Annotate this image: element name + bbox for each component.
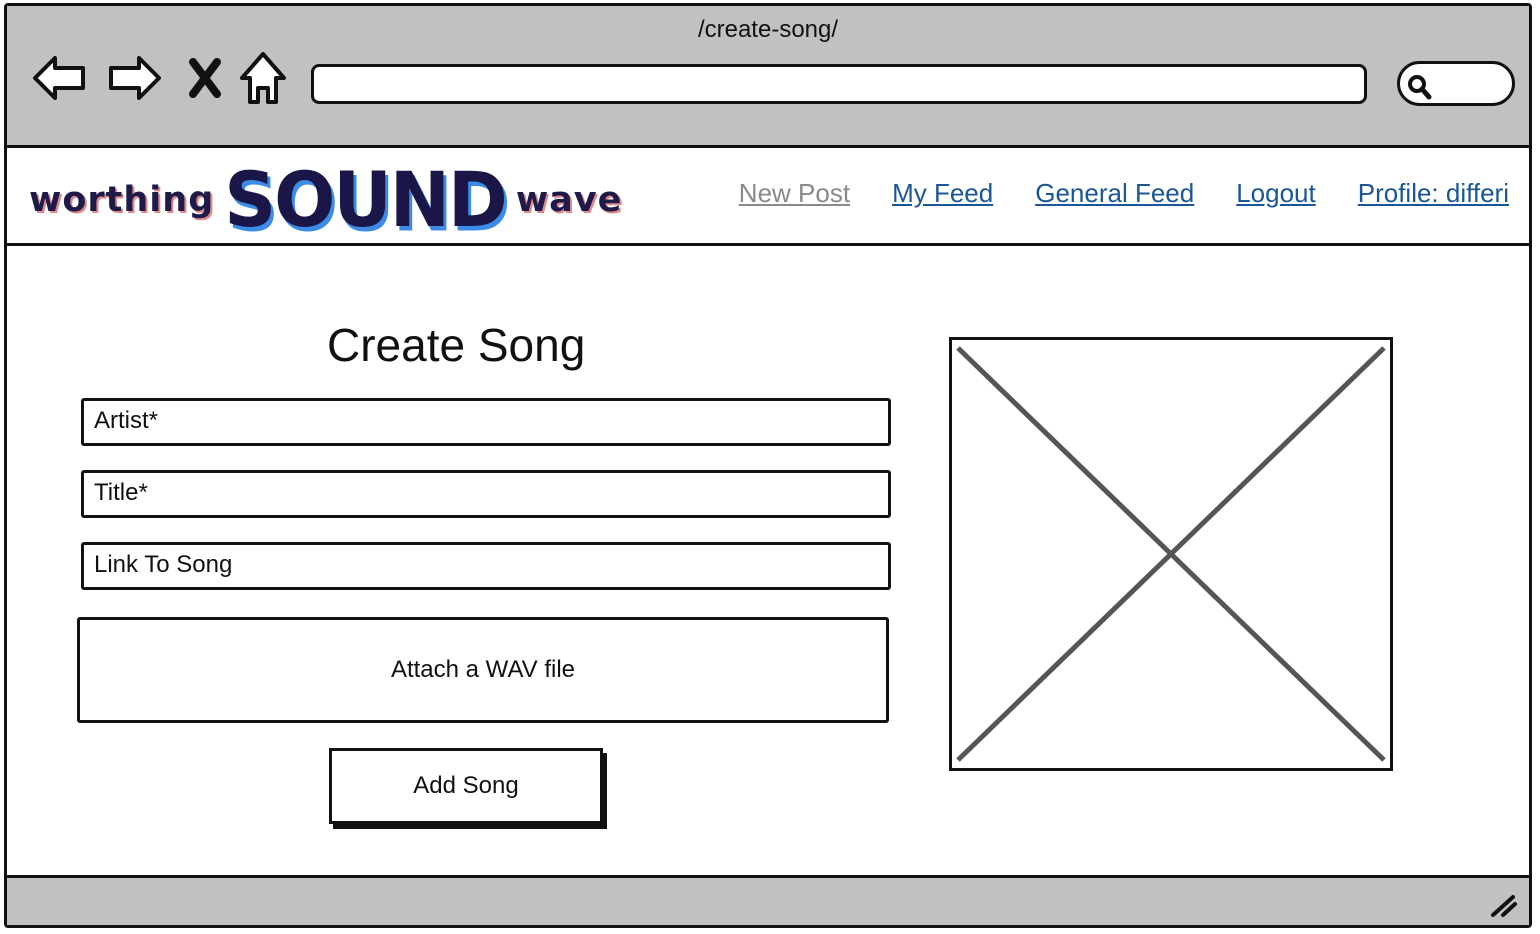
nav-general-feed[interactable]: General Feed bbox=[1035, 178, 1194, 209]
back-arrow-icon bbox=[33, 56, 85, 100]
back-button[interactable] bbox=[31, 50, 87, 106]
forward-arrow-icon bbox=[109, 56, 161, 100]
nav-my-feed[interactable]: My Feed bbox=[892, 178, 993, 209]
add-song-button[interactable]: Add Song bbox=[329, 748, 603, 824]
url-title: /create-song/ bbox=[697, 16, 839, 43]
resize-grip-icon[interactable] bbox=[1487, 891, 1519, 919]
site-logo[interactable]: worthing SOUND wave bbox=[29, 156, 623, 244]
address-bar[interactable] bbox=[311, 64, 1367, 104]
stop-button[interactable] bbox=[177, 50, 233, 106]
main-nav: New Post My Feed General Feed Logout Pro… bbox=[739, 178, 1509, 209]
nav-new-post[interactable]: New Post bbox=[739, 178, 850, 209]
browser-window: /create-song/ worthing SOUND wave New Po… bbox=[4, 3, 1532, 928]
browser-toolbar: /create-song/ bbox=[7, 6, 1529, 148]
home-button[interactable] bbox=[235, 50, 291, 106]
image-placeholder bbox=[949, 337, 1393, 771]
logo-word-left: worthing bbox=[29, 180, 215, 220]
stop-x-icon bbox=[189, 58, 221, 98]
browser-status-bar bbox=[7, 875, 1529, 925]
search-icon bbox=[1408, 75, 1432, 100]
logo-word-center: SOUND bbox=[224, 155, 508, 245]
wav-file-dropzone[interactable]: Attach a WAV file bbox=[77, 617, 889, 723]
browser-search-box[interactable] bbox=[1397, 61, 1515, 106]
title-field[interactable]: Title* bbox=[81, 470, 891, 518]
nav-profile[interactable]: Profile: differi bbox=[1358, 178, 1509, 209]
song-link-field[interactable]: Link To Song bbox=[81, 542, 891, 590]
page-title: Create Song bbox=[327, 319, 586, 371]
dropzone-label: Attach a WAV file bbox=[390, 656, 576, 683]
artist-field[interactable]: Artist* bbox=[81, 398, 891, 446]
home-icon bbox=[240, 52, 286, 104]
image-placeholder-icon bbox=[956, 346, 1386, 762]
site-header: worthing SOUND wave New Post My Feed Gen… bbox=[7, 148, 1529, 246]
logo-word-right: wave bbox=[515, 180, 623, 220]
nav-logout[interactable]: Logout bbox=[1236, 178, 1316, 209]
forward-button[interactable] bbox=[107, 50, 163, 106]
